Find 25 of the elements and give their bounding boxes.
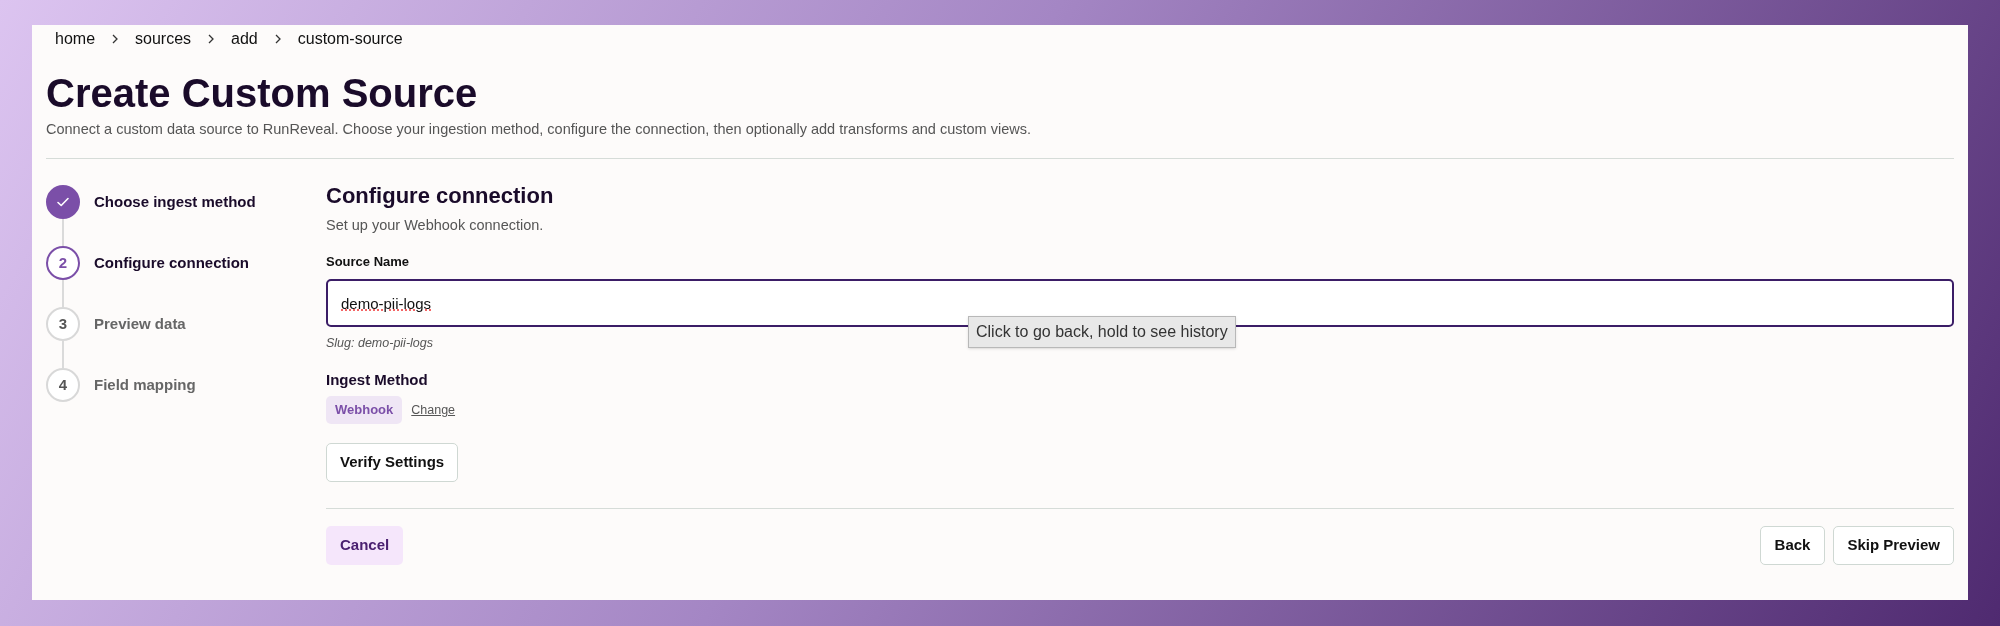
skip-preview-button[interactable]: Skip Preview xyxy=(1833,525,1954,565)
slug-text: Slug: demo-pii-logs xyxy=(326,335,433,352)
page-title: Create Custom Source xyxy=(46,70,479,117)
breadcrumb-link[interactable]: custom-source xyxy=(297,26,403,51)
breadcrumb-link[interactable]: add xyxy=(231,26,258,51)
step-number: 4 xyxy=(46,367,80,402)
step-number: 3 xyxy=(46,306,80,341)
ingest-method-label: Ingest Method xyxy=(326,369,429,390)
section-subtitle: Set up your Webhook connection. xyxy=(326,215,545,235)
cancel-button[interactable]: Cancel xyxy=(326,525,404,565)
field-label: Source Name xyxy=(326,252,411,271)
section-title: Configure connection xyxy=(326,181,555,210)
back-button[interactable]: Back xyxy=(1759,525,1826,565)
step-number: 2 xyxy=(46,245,80,280)
tooltip: Click to go back, hold to see history xyxy=(968,316,1236,348)
step-label[interactable]: Choose ingest method xyxy=(94,190,256,213)
method-badge: Webhook xyxy=(326,396,403,424)
breadcrumb-link[interactable]: home xyxy=(55,26,96,51)
page-description: Connect a custom data source to RunReveal. Choose your ingestion method, configure the connection, then optionally add transforms and custom views. xyxy=(46,120,1032,139)
breadcrumb-link[interactable]: sources xyxy=(135,26,192,51)
step-label[interactable]: Field mapping xyxy=(94,373,196,396)
step-label[interactable]: Configure connection xyxy=(94,251,249,274)
verify-settings-button[interactable]: Verify Settings xyxy=(326,442,459,482)
change-link[interactable]: Change xyxy=(411,400,456,420)
step-label[interactable]: Preview data xyxy=(94,312,186,335)
